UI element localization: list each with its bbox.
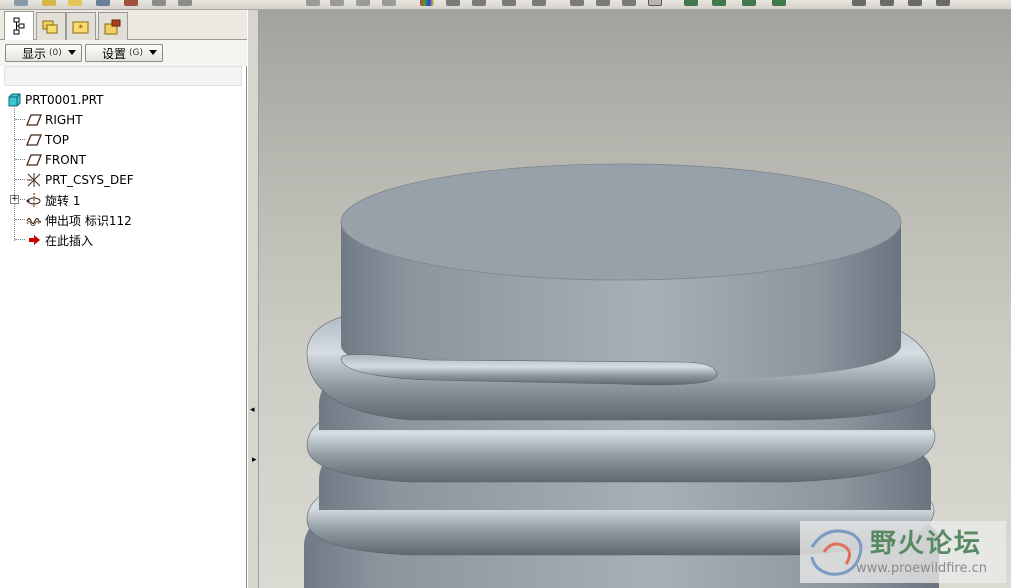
tree-item-label: FRONT [45,153,86,167]
navigator-tabs: * [0,10,247,40]
toolbar-redo-icon[interactable] [178,0,192,6]
toolbar-datum-axes-icon[interactable] [712,0,726,6]
settings-menu-button[interactable]: 设置 (G) [85,44,163,62]
watermark-title: 野火论坛 [870,529,983,559]
toolbar-zoom-in-icon[interactable] [446,0,460,6]
revolve-icon [26,193,42,207]
settings-menu-accel: (G) [129,48,144,58]
toolbar-wireframe-icon[interactable] [570,0,584,6]
expand-right-icon[interactable]: ▸ [252,455,257,465]
show-menu-accel: (0) [49,48,62,58]
connections-icon [104,19,121,34]
tree-branch-line [15,159,25,160]
collapse-left-icon[interactable]: ◂ [250,405,255,415]
coordinate-system-icon [26,173,42,187]
toolbar-appearance-icon[interactable] [420,0,434,6]
tree-branch-line [15,179,25,180]
cylinder-top-face [340,163,902,281]
tree-item-insert-here[interactable]: 在此插入 [26,231,93,249]
tree-item-label: PRT_CSYS_DEF [45,173,134,187]
tree-item-label: 在此插入 [45,233,94,248]
tree-branch-line [15,119,25,120]
toolbar-regenerate-icon[interactable] [356,0,370,6]
tree-item-csys[interactable]: PRT_CSYS_DEF [26,171,134,189]
toolbar-undo-icon[interactable] [152,0,166,6]
tree-button-bar: 显示 (0) 设置 (G) [0,40,247,66]
tree-branch-line [15,219,25,220]
show-menu-button[interactable]: 显示 (0) [5,44,82,62]
tab-favorites[interactable]: * [66,12,96,40]
part-icon [6,93,22,107]
favorites-folder-icon: * [72,21,89,34]
threaded-part-model[interactable] [259,10,1011,588]
datum-plane-icon [26,153,42,167]
toolbar-new-icon[interactable] [14,0,28,6]
dropdown-arrow-icon [149,50,157,55]
tree-branch-line [20,199,25,200]
datum-plane-icon [26,133,42,147]
tree-branch-line [15,239,25,240]
toolbar-open-icon[interactable] [42,0,56,6]
toolbar-copy-icon[interactable] [306,0,320,6]
tree-item-label: RIGHT [45,113,83,127]
tree-item-label: TOP [45,133,70,147]
model-tree-icon [13,17,25,35]
toolbar-datum-planes-icon[interactable] [684,0,698,6]
settings-menu-label: 设置 [102,46,127,61]
toolbar-find-icon[interactable] [382,0,396,6]
toolbar-shading-icon[interactable] [648,0,662,6]
toolbar-datum-points-icon[interactable] [742,0,756,6]
tree-branch-line [15,139,25,140]
tree-connector-line [14,108,15,241]
tree-item-label: 旋转 1 [45,193,81,208]
toolbar-csys-display-icon[interactable] [936,0,950,6]
forum-watermark: 野火论坛 www.proewildfire.cn [800,521,1006,583]
tree-root-part[interactable]: PRT0001.PRT [6,91,103,109]
tree-item-top[interactable]: TOP [26,131,69,149]
toolbar-point-display-icon[interactable] [908,0,922,6]
tree-root-label: PRT0001.PRT [25,93,104,107]
folder-browser-icon [42,20,58,33]
toolbar-print-icon[interactable] [124,0,138,6]
tree-item-protrusion[interactable]: 伸出项 标识112 [26,211,132,229]
toolbar-save-icon[interactable] [96,0,110,6]
toolbar-hidden-line-icon[interactable] [596,0,610,6]
svg-text:*: * [78,24,83,34]
panel-splitter[interactable]: ◂ ▸ [247,10,259,588]
toolbar-folder-icon[interactable] [68,0,82,6]
watermark-url: www.proewildfire.cn [856,561,987,576]
tree-item-label: 伸出项 标识112 [45,213,132,228]
toolbar-no-hidden-icon[interactable] [622,0,636,6]
dropdown-arrow-icon [68,50,76,55]
toolbar-paste-icon[interactable] [330,0,344,6]
graphics-viewport[interactable] [259,10,1011,588]
navigator-panel: * 显示 (0) 设置 (G) PRT0001.PRT RIGHT TOP FR… [0,10,247,588]
toolbar-csys-icon[interactable] [772,0,786,6]
toolbar-refit-icon[interactable] [502,0,516,6]
tree-item-right[interactable]: RIGHT [26,111,83,129]
datum-plane-icon [26,113,42,127]
insert-here-arrow-icon [26,233,42,247]
show-menu-label: 显示 [22,46,47,61]
tree-item-revolve[interactable]: 旋转 1 [26,191,80,209]
main-toolbar [0,0,1011,10]
toolbar-axis-display-icon[interactable] [880,0,894,6]
toolbar-plane-display-icon[interactable] [852,0,866,6]
tree-item-front[interactable]: FRONT [26,151,86,169]
tab-model-tree[interactable] [4,11,34,40]
tab-folder-browser[interactable] [36,12,66,40]
protrusion-icon [26,213,42,227]
toolbar-reorient-icon[interactable] [532,0,546,6]
expand-toggle[interactable]: + [10,195,19,204]
tab-connections[interactable] [98,12,128,40]
toolbar-zoom-out-icon[interactable] [472,0,486,6]
tree-filter-bar [4,66,242,86]
